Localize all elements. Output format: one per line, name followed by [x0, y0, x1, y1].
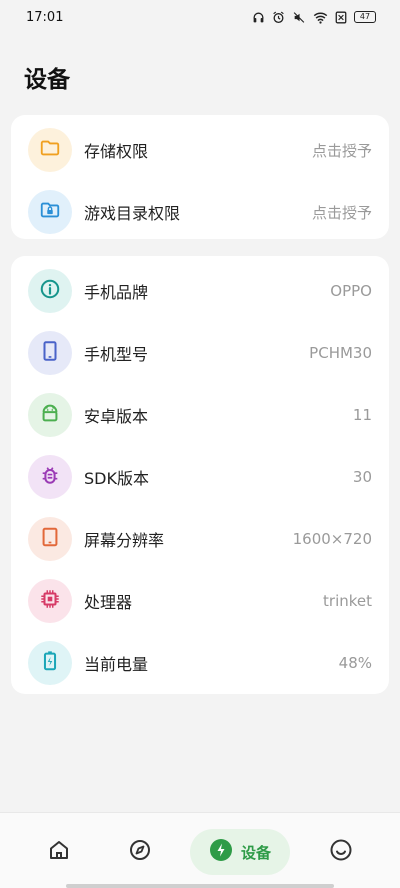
status-time: 17:01 [26, 9, 64, 25]
phone-icon [39, 340, 61, 366]
status-icons: 47 [252, 11, 376, 24]
status-bar: 17:01 47 [0, 0, 400, 34]
nav-mine[interactable] [318, 829, 364, 875]
info-value: 30 [352, 468, 372, 486]
folder-icon [39, 137, 61, 163]
folder-lock-icon [39, 199, 61, 225]
tablet-icon [39, 526, 61, 552]
nav-home[interactable] [36, 829, 82, 875]
storage-icon-wrap [28, 128, 72, 172]
battery-icon-wrap [28, 641, 72, 685]
info-row-brand: 手机品牌 OPPO [11, 260, 389, 322]
smile-icon [329, 838, 353, 866]
no-sim-icon [335, 11, 347, 24]
gesture-bar [66, 884, 334, 888]
info-label: 手机型号 [84, 345, 149, 364]
bug-icon [39, 464, 61, 490]
info-value: 11 [352, 406, 372, 424]
battery-charging-icon [39, 650, 61, 676]
info-value: 48% [338, 654, 372, 672]
alarm-icon [272, 11, 285, 24]
info-label: 屏幕分辨率 [84, 531, 165, 550]
info-row-resolution: 屏幕分辨率 1600×720 [11, 508, 389, 570]
mute-icon [292, 11, 306, 24]
permissions-card: 存储权限 点击授予 游戏目录权限 点击授予 [11, 115, 389, 239]
info-icon [39, 278, 61, 304]
processor-icon-wrap [28, 579, 72, 623]
permission-label: 存储权限 [84, 142, 149, 161]
game-dir-icon-wrap [28, 190, 72, 234]
home-icon [47, 838, 71, 866]
info-row-processor: 处理器 trinket [11, 570, 389, 632]
info-row-battery: 当前电量 48% [11, 632, 389, 694]
battery-indicator: 47 [354, 11, 376, 23]
wifi-icon [313, 11, 328, 24]
permission-label: 游戏目录权限 [84, 204, 181, 223]
chip-icon [39, 588, 61, 614]
info-row-model: 手机型号 PCHM30 [11, 322, 389, 384]
brand-icon-wrap [28, 269, 72, 313]
nav-discover[interactable] [117, 829, 163, 875]
nav-device-label: 设备 [240, 843, 271, 862]
nav-device[interactable]: 设备 [190, 829, 290, 875]
lightning-icon [209, 838, 233, 866]
info-label: SDK版本 [84, 469, 149, 488]
grant-permission-link[interactable]: 点击授予 [312, 202, 372, 223]
page-title: 设备 [24, 67, 70, 93]
bottom-nav: 设备 [0, 812, 400, 888]
info-value: OPPO [330, 282, 372, 300]
info-label: 安卓版本 [84, 407, 149, 426]
model-icon-wrap [28, 331, 72, 375]
grant-permission-link[interactable]: 点击授予 [312, 140, 372, 161]
headset-icon [252, 11, 265, 24]
info-row-sdk: SDK版本 30 [11, 446, 389, 508]
info-label: 处理器 [84, 593, 133, 612]
info-label: 手机品牌 [84, 283, 149, 302]
resolution-icon-wrap [28, 517, 72, 561]
info-label: 当前电量 [84, 655, 149, 674]
permission-row-storage[interactable]: 存储权限 点击授予 [11, 119, 389, 181]
info-value: trinket [323, 592, 372, 610]
android-icon-wrap [28, 393, 72, 437]
info-row-android: 安卓版本 11 [11, 384, 389, 446]
info-value: PCHM30 [309, 344, 372, 362]
permission-row-game-dir[interactable]: 游戏目录权限 点击授予 [11, 181, 389, 243]
compass-icon [128, 838, 152, 866]
sdk-icon-wrap [28, 455, 72, 499]
device-info-card: 手机品牌 OPPO 手机型号 PCHM30 安卓版本 11 SDK版本 30 屏… [11, 256, 389, 694]
android-icon [39, 402, 61, 428]
info-value: 1600×720 [292, 530, 372, 548]
